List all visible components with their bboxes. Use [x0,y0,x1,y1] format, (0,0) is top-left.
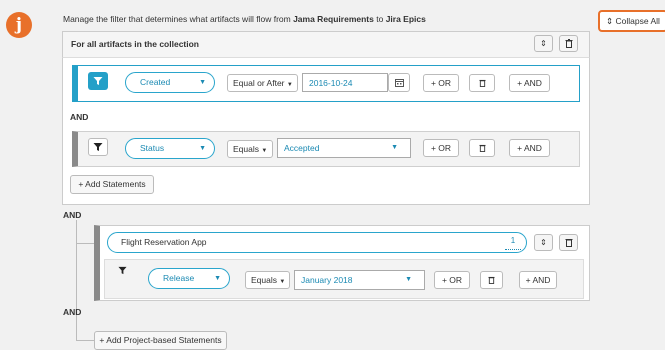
expand-project-button[interactable]: ⇕ [534,234,553,251]
project-count-link[interactable]: 1 [505,236,521,250]
filter-toggle-button[interactable] [88,138,108,156]
and-button[interactable]: + AND [519,271,557,289]
expand-icon: ⇕ [540,39,547,48]
or-button[interactable]: + OR [434,271,470,289]
date-input[interactable]: 2016-10-24 [302,73,388,92]
expand-icon: ⇕ [606,16,614,26]
jama-logo: j [6,12,32,38]
chevron-down-icon: ▼ [261,148,268,154]
chevron-down-icon: ▼ [214,275,221,282]
delete-project-button[interactable] [559,234,578,251]
value-select[interactable]: Accepted ▼ [277,138,411,158]
expand-icon: ⇕ [540,238,547,247]
intro-prefix: Manage the filter that determines what a… [63,14,294,24]
field-select-created[interactable]: Created ▼ [125,72,215,93]
tree-branch [76,243,94,244]
or-button[interactable]: + OR [423,74,459,92]
expand-panel-button[interactable]: ⇕ [534,35,553,52]
value-select-label: Accepted [284,143,320,153]
operator-select[interactable]: Equals ▼ [245,271,290,289]
value-select-label: January 2018 [301,275,353,285]
delete-statement-button[interactable] [469,139,495,157]
chevron-down-icon: ▼ [199,79,206,86]
trash-icon [565,39,572,48]
tree-line [76,220,77,340]
chevron-down-icon: ▼ [199,145,206,152]
intro-middle: to [373,14,386,24]
add-project-statements-button[interactable]: + Add Project-based Statements [94,331,227,350]
delete-statement-button[interactable] [469,74,495,92]
intro-target: Jira Epics [385,14,426,24]
and-connector-label: AND [70,112,89,122]
filter-icon [118,266,127,275]
date-picker-button[interactable] [388,73,410,92]
intro-text: Manage the filter that determines what a… [63,14,426,24]
filter-toggle-button[interactable] [88,72,108,90]
field-select-release[interactable]: Release ▼ [148,268,230,289]
and-connector-label: AND [63,307,82,317]
trash-icon [565,239,572,247]
and-button[interactable]: + AND [509,139,550,157]
tree-branch [76,340,94,341]
calendar-icon [394,79,404,87]
field-select-status[interactable]: Status ▼ [125,138,215,159]
filter-icon [93,77,103,85]
delete-statement-button[interactable] [480,271,503,289]
operator-label: Equals [251,275,277,285]
project-name: Flight Reservation App [121,237,207,247]
chevron-down-icon: ▼ [391,144,398,151]
intro-source: Jama Requirements [293,14,374,24]
filter-icon [93,143,103,151]
project-select[interactable]: Flight Reservation App [107,232,527,253]
trash-icon [478,79,486,87]
operator-label: Equals [233,144,259,154]
chevron-down-icon: ▼ [286,82,293,88]
operator-select[interactable]: Equal or After ▼ [227,74,298,92]
value-select[interactable]: January 2018 ▼ [294,270,425,290]
field-select-label: Release [163,273,195,283]
trash-icon [488,276,495,284]
chevron-down-icon: ▼ [279,279,286,285]
filter-toggle-button[interactable] [118,266,127,277]
field-select-label: Status [140,143,165,153]
operator-label: Equal or After [233,78,285,88]
and-button[interactable]: + AND [509,74,550,92]
trash-icon [478,144,486,152]
field-select-label: Created [140,77,171,87]
collapse-all-button[interactable]: ⇕ Collapse All [598,10,665,32]
delete-panel-button[interactable] [559,35,578,52]
add-statements-button[interactable]: + Add Statements [70,175,154,194]
collection-panel-title: For all artifacts in the collection [71,39,199,49]
or-button[interactable]: + OR [423,139,459,157]
chevron-down-icon: ▼ [405,276,412,283]
operator-select[interactable]: Equals ▼ [227,140,273,158]
collapse-all-label: Collapse All [615,16,660,26]
and-connector-label: AND [63,210,82,220]
